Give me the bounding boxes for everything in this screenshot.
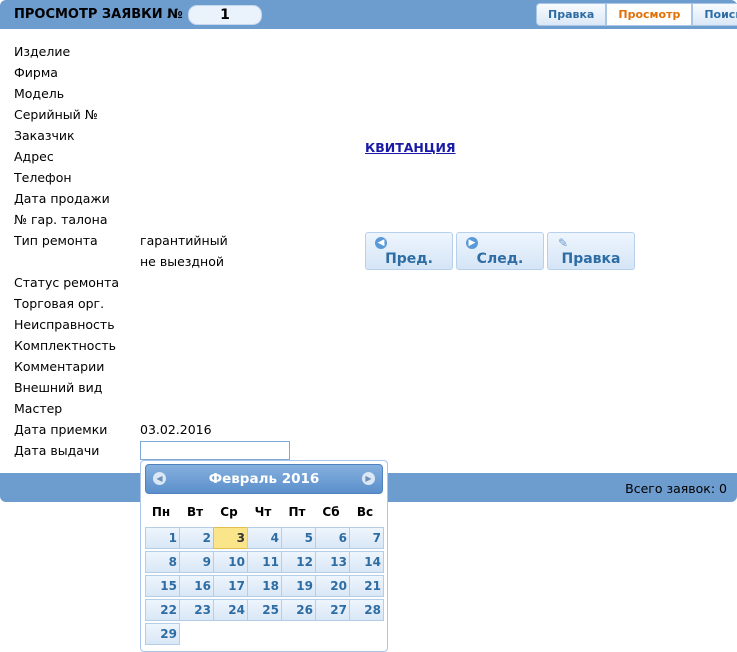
label-repair-type: Тип ремонта: [14, 233, 98, 248]
calendar-day[interactable]: 12: [281, 551, 316, 573]
receipt-link[interactable]: КВИТАНЦИЯ: [365, 140, 456, 155]
calendar-day[interactable]: 19: [281, 575, 316, 597]
tab-search[interactable]: Поиск: [692, 3, 737, 26]
tab-edit[interactable]: Правка: [536, 3, 607, 26]
calendar-day[interactable]: 23: [179, 599, 214, 621]
calendar-day[interactable]: 17: [213, 575, 248, 597]
label-model: Модель: [14, 86, 65, 101]
tab-view[interactable]: Просмотр: [606, 3, 693, 26]
label-issue-date: Дата выдачи: [14, 443, 100, 458]
weekday-header: Пт: [288, 505, 306, 519]
label-completeness: Комплектность: [14, 338, 116, 353]
header-bar: ПРОСМОТР ЗАЯВКИ № 1 Правка Просмотр Поис…: [0, 0, 737, 29]
label-trade-org: Торговая орг.: [14, 296, 105, 311]
label-master: Мастер: [14, 401, 63, 416]
calendar-day[interactable]: 20: [315, 575, 350, 597]
calendar-day[interactable]: 22: [145, 599, 180, 621]
label-appearance: Внешний вид: [14, 380, 103, 395]
calendar-day[interactable]: 1: [145, 527, 180, 549]
weekday-header: Пн: [151, 505, 171, 519]
tab-bar: Правка Просмотр Поиск: [536, 3, 737, 26]
request-number: 1: [188, 5, 262, 25]
arrow-left-icon: ◀: [375, 237, 387, 249]
calendar-day[interactable]: 26: [281, 599, 316, 621]
label-repair-status: Статус ремонта: [14, 275, 120, 290]
next-button[interactable]: ▶ След.: [456, 232, 544, 270]
edit-button-label: Правка: [561, 251, 621, 267]
calendar-day[interactable]: 2: [179, 527, 214, 549]
datepicker-title: Февраль 2016: [208, 471, 320, 487]
calendar-day[interactable]: 13: [315, 551, 350, 573]
calendar-day[interactable]: 16: [179, 575, 214, 597]
value-repair-type: гарантийный: [140, 233, 228, 248]
prev-button[interactable]: ◀ Пред.: [365, 232, 453, 270]
calendar-day[interactable]: 4: [247, 527, 282, 549]
calendar-day[interactable]: 14: [349, 551, 384, 573]
page-title: ПРОСМОТР ЗАЯВКИ №: [14, 7, 183, 22]
next-button-label: След.: [476, 251, 524, 267]
calendar-day[interactable]: 6: [315, 527, 350, 549]
arrow-right-icon: ▶: [466, 237, 478, 249]
calendar-day[interactable]: 9: [179, 551, 214, 573]
calendar-day[interactable]: 10: [213, 551, 248, 573]
label-serial: Серийный №: [14, 107, 98, 122]
edit-button[interactable]: ✎ Правка: [547, 232, 635, 270]
calendar-day[interactable]: 15: [145, 575, 180, 597]
weekday-header: Чт: [254, 505, 272, 519]
calendar-day[interactable]: 28: [349, 599, 384, 621]
label-sale-date: Дата продажи: [14, 191, 110, 206]
label-comments: Комментарии: [14, 359, 105, 374]
calendar-day[interactable]: 8: [145, 551, 180, 573]
label-product: Изделие: [14, 44, 71, 59]
value-receive-date: 03.02.2016: [140, 422, 212, 437]
weekday-header: Ср: [220, 505, 238, 519]
label-address: Адрес: [14, 149, 54, 164]
label-firm: Фирма: [14, 65, 58, 80]
calendar-day[interactable]: 5: [281, 527, 316, 549]
prev-button-label: Пред.: [385, 251, 433, 267]
label-warranty-no: № гар. талона: [14, 212, 108, 227]
calendar-day[interactable]: 21: [349, 575, 384, 597]
calendar-day[interactable]: 3: [213, 527, 248, 549]
datepicker-header: ◀ Февраль 2016 ▶: [145, 464, 383, 494]
value-repair-type-2: не выездной: [140, 254, 224, 269]
calendar-day[interactable]: 25: [247, 599, 282, 621]
label-receive-date: Дата приемки: [14, 422, 108, 437]
datepicker: ◀ Февраль 2016 ▶ Пн Вт Ср Чт Пт Сб Вс 12345678…: [140, 460, 388, 652]
pencil-icon: ✎: [558, 236, 569, 250]
total-requests: Всего заявок: 0: [625, 481, 727, 496]
calendar-day[interactable]: 27: [315, 599, 350, 621]
weekday-header: Вт: [186, 505, 204, 519]
issue-date-input[interactable]: [140, 441, 290, 460]
calendar-day[interactable]: 24: [213, 599, 248, 621]
label-defect: Неисправность: [14, 317, 115, 332]
calendar-day[interactable]: 29: [145, 623, 180, 645]
calendar-day[interactable]: 7: [349, 527, 384, 549]
next-month-icon[interactable]: ▶: [362, 472, 375, 485]
calendar-day[interactable]: 11: [247, 551, 282, 573]
label-phone: Телефон: [14, 170, 72, 185]
calendar-day[interactable]: 18: [247, 575, 282, 597]
label-customer: Заказчик: [14, 128, 75, 143]
weekday-header: Сб: [322, 505, 340, 519]
weekday-header: Вс: [356, 505, 374, 519]
